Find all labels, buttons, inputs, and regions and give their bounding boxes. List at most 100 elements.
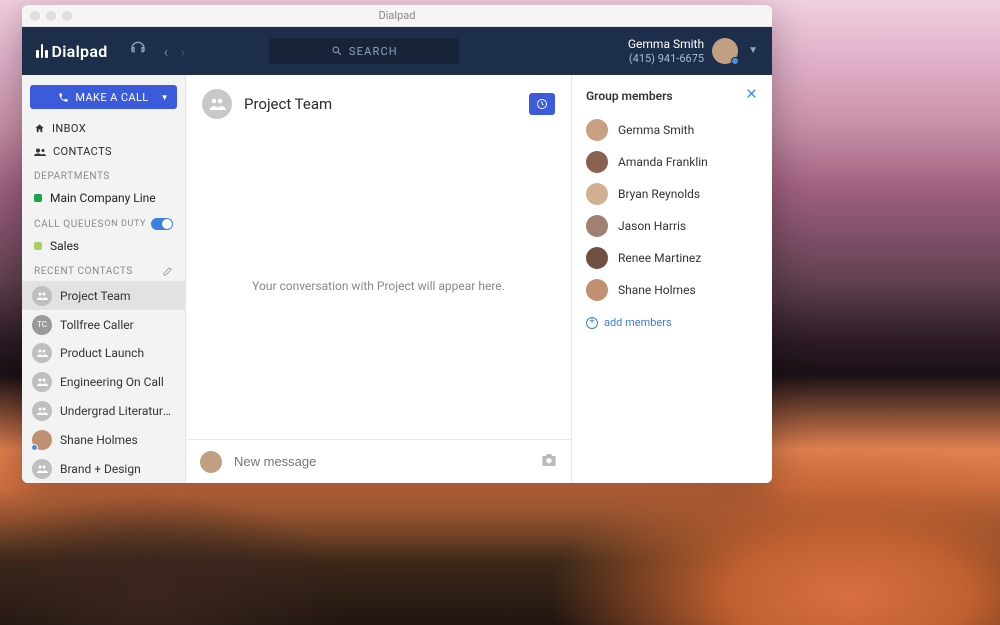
- search-icon: [331, 45, 343, 57]
- member-name: Bryan Reynolds: [618, 187, 700, 201]
- status-indicator-icon: [731, 57, 739, 65]
- group-avatar-icon: [32, 459, 52, 479]
- member-avatar: [586, 279, 608, 301]
- user-menu[interactable]: Gemma Smith (415) 941-6675 ▼: [628, 37, 758, 65]
- make-call-button[interactable]: MAKE A CALL ▼: [30, 85, 177, 109]
- plus-circle-icon: +: [586, 317, 598, 329]
- recent-brand-design[interactable]: Brand + Design: [22, 454, 185, 483]
- call-queues-section-header: CALL QUEUES ON DUTY: [22, 210, 185, 234]
- recent-label: Engineering On Call: [60, 375, 164, 389]
- member-row[interactable]: Amanda Franklin: [586, 146, 758, 178]
- member-name: Amanda Franklin: [618, 155, 708, 169]
- inbox-label: INBOX: [52, 122, 86, 135]
- member-avatar: [586, 215, 608, 237]
- member-name: Renee Martinez: [618, 251, 701, 265]
- search-input[interactable]: SEARCH: [269, 38, 459, 64]
- group-avatar-icon: [32, 286, 52, 306]
- recent-label: Project Team: [60, 289, 131, 303]
- member-row[interactable]: Shane Holmes: [586, 274, 758, 306]
- composer-avatar: [200, 451, 222, 473]
- queue-sales[interactable]: Sales: [22, 234, 185, 258]
- current-user-phone: (415) 941-6675: [628, 52, 704, 65]
- sidebar-item-contacts[interactable]: CONTACTS: [22, 140, 185, 163]
- member-row[interactable]: Jason Harris: [586, 210, 758, 242]
- status-indicator-icon: [31, 444, 38, 451]
- recent-engineering-on-call[interactable]: Engineering On Call: [22, 368, 185, 397]
- brand-name: Dialpad: [52, 42, 108, 61]
- recent-contacts-section-header: RECENT CONTACTS: [22, 258, 185, 281]
- chevron-down-icon: ▼: [748, 45, 758, 56]
- conversation-title: Project Team: [244, 95, 332, 113]
- member-avatar: [586, 119, 608, 141]
- headset-icon[interactable]: [130, 41, 146, 61]
- app-header: Dialpad ‹ › SEARCH Gemma Smith (415) 941…: [22, 27, 772, 75]
- member-avatar: [586, 183, 608, 205]
- make-call-label: MAKE A CALL: [75, 91, 148, 104]
- home-icon: [34, 123, 45, 134]
- nav-back-icon[interactable]: ‹: [164, 42, 169, 61]
- on-duty-label: ON DUTY: [104, 219, 146, 229]
- traffic-lights[interactable]: [30, 11, 72, 21]
- member-name: Shane Holmes: [618, 283, 696, 297]
- member-row[interactable]: Gemma Smith: [586, 114, 758, 146]
- uberconference-icon: [536, 98, 548, 110]
- department-label: Main Company Line: [50, 191, 156, 205]
- window-title: Dialpad: [379, 9, 416, 22]
- minimize-window-icon[interactable]: [46, 11, 56, 21]
- recent-label: Product Launch: [60, 346, 144, 360]
- recent-undergrad-literature[interactable]: Undergrad Literature Pr...: [22, 397, 185, 426]
- conversation-pane: Project Team Your conversation with Proj…: [186, 75, 572, 483]
- recent-project-team[interactable]: Project Team: [22, 281, 185, 310]
- chevron-down-icon: ▼: [161, 93, 169, 102]
- contacts-label: CONTACTS: [53, 145, 112, 158]
- close-icon: [745, 87, 758, 100]
- sidebar-item-inbox[interactable]: INBOX: [22, 117, 185, 140]
- recent-label: Brand + Design: [60, 462, 141, 476]
- queue-label: Sales: [50, 239, 79, 253]
- camera-icon[interactable]: [541, 452, 557, 471]
- member-row[interactable]: Bryan Reynolds: [586, 178, 758, 210]
- conversation-empty-state: Your conversation with Project will appe…: [186, 133, 571, 439]
- members-panel: Group members Gemma Smith Amanda Frankli…: [572, 75, 772, 483]
- add-members-button[interactable]: + add members: [586, 316, 758, 329]
- group-avatar-icon: [32, 343, 52, 363]
- status-square-icon: [34, 242, 42, 250]
- sidebar: MAKE A CALL ▼ INBOX CONTACTS DEPARTMENTS…: [22, 75, 186, 483]
- message-input[interactable]: [234, 454, 529, 469]
- recent-shane-holmes[interactable]: Shane Holmes: [22, 425, 185, 454]
- message-composer: [186, 439, 571, 483]
- add-members-label: add members: [604, 316, 672, 329]
- status-square-icon: [34, 194, 42, 202]
- current-user-avatar: [712, 38, 738, 64]
- contacts-icon: [34, 147, 46, 157]
- nav-forward-icon[interactable]: ›: [180, 42, 185, 61]
- on-duty-toggle[interactable]: [151, 218, 173, 230]
- member-name: Jason Harris: [618, 219, 686, 233]
- departments-section-header: DEPARTMENTS: [22, 163, 185, 186]
- phone-icon: [58, 92, 69, 103]
- member-name: Gemma Smith: [618, 123, 694, 137]
- search-placeholder: SEARCH: [349, 45, 398, 58]
- department-main-company-line[interactable]: Main Company Line: [22, 186, 185, 210]
- brand-logo[interactable]: Dialpad: [36, 42, 108, 61]
- logo-icon: [36, 44, 48, 58]
- member-avatar: [586, 151, 608, 173]
- recent-product-launch[interactable]: Product Launch: [22, 339, 185, 368]
- conversation-avatar-icon: [202, 89, 232, 119]
- maximize-window-icon[interactable]: [62, 11, 72, 21]
- initials-avatar: TC: [32, 315, 52, 335]
- group-avatar-icon: [32, 401, 52, 421]
- member-avatar: [586, 247, 608, 269]
- current-user-name: Gemma Smith: [628, 37, 704, 51]
- member-row[interactable]: Renee Martinez: [586, 242, 758, 274]
- edit-icon[interactable]: [162, 266, 173, 277]
- close-window-icon[interactable]: [30, 11, 40, 21]
- conversation-action-button[interactable]: [529, 93, 555, 115]
- person-avatar: [32, 430, 52, 450]
- titlebar: Dialpad: [22, 5, 772, 27]
- members-panel-title: Group members: [586, 89, 673, 103]
- recent-tollfree-caller[interactable]: TC Tollfree Caller: [22, 310, 185, 339]
- group-avatar-icon: [32, 372, 52, 392]
- close-panel-button[interactable]: [745, 87, 758, 104]
- conversation-header: Project Team: [186, 75, 571, 133]
